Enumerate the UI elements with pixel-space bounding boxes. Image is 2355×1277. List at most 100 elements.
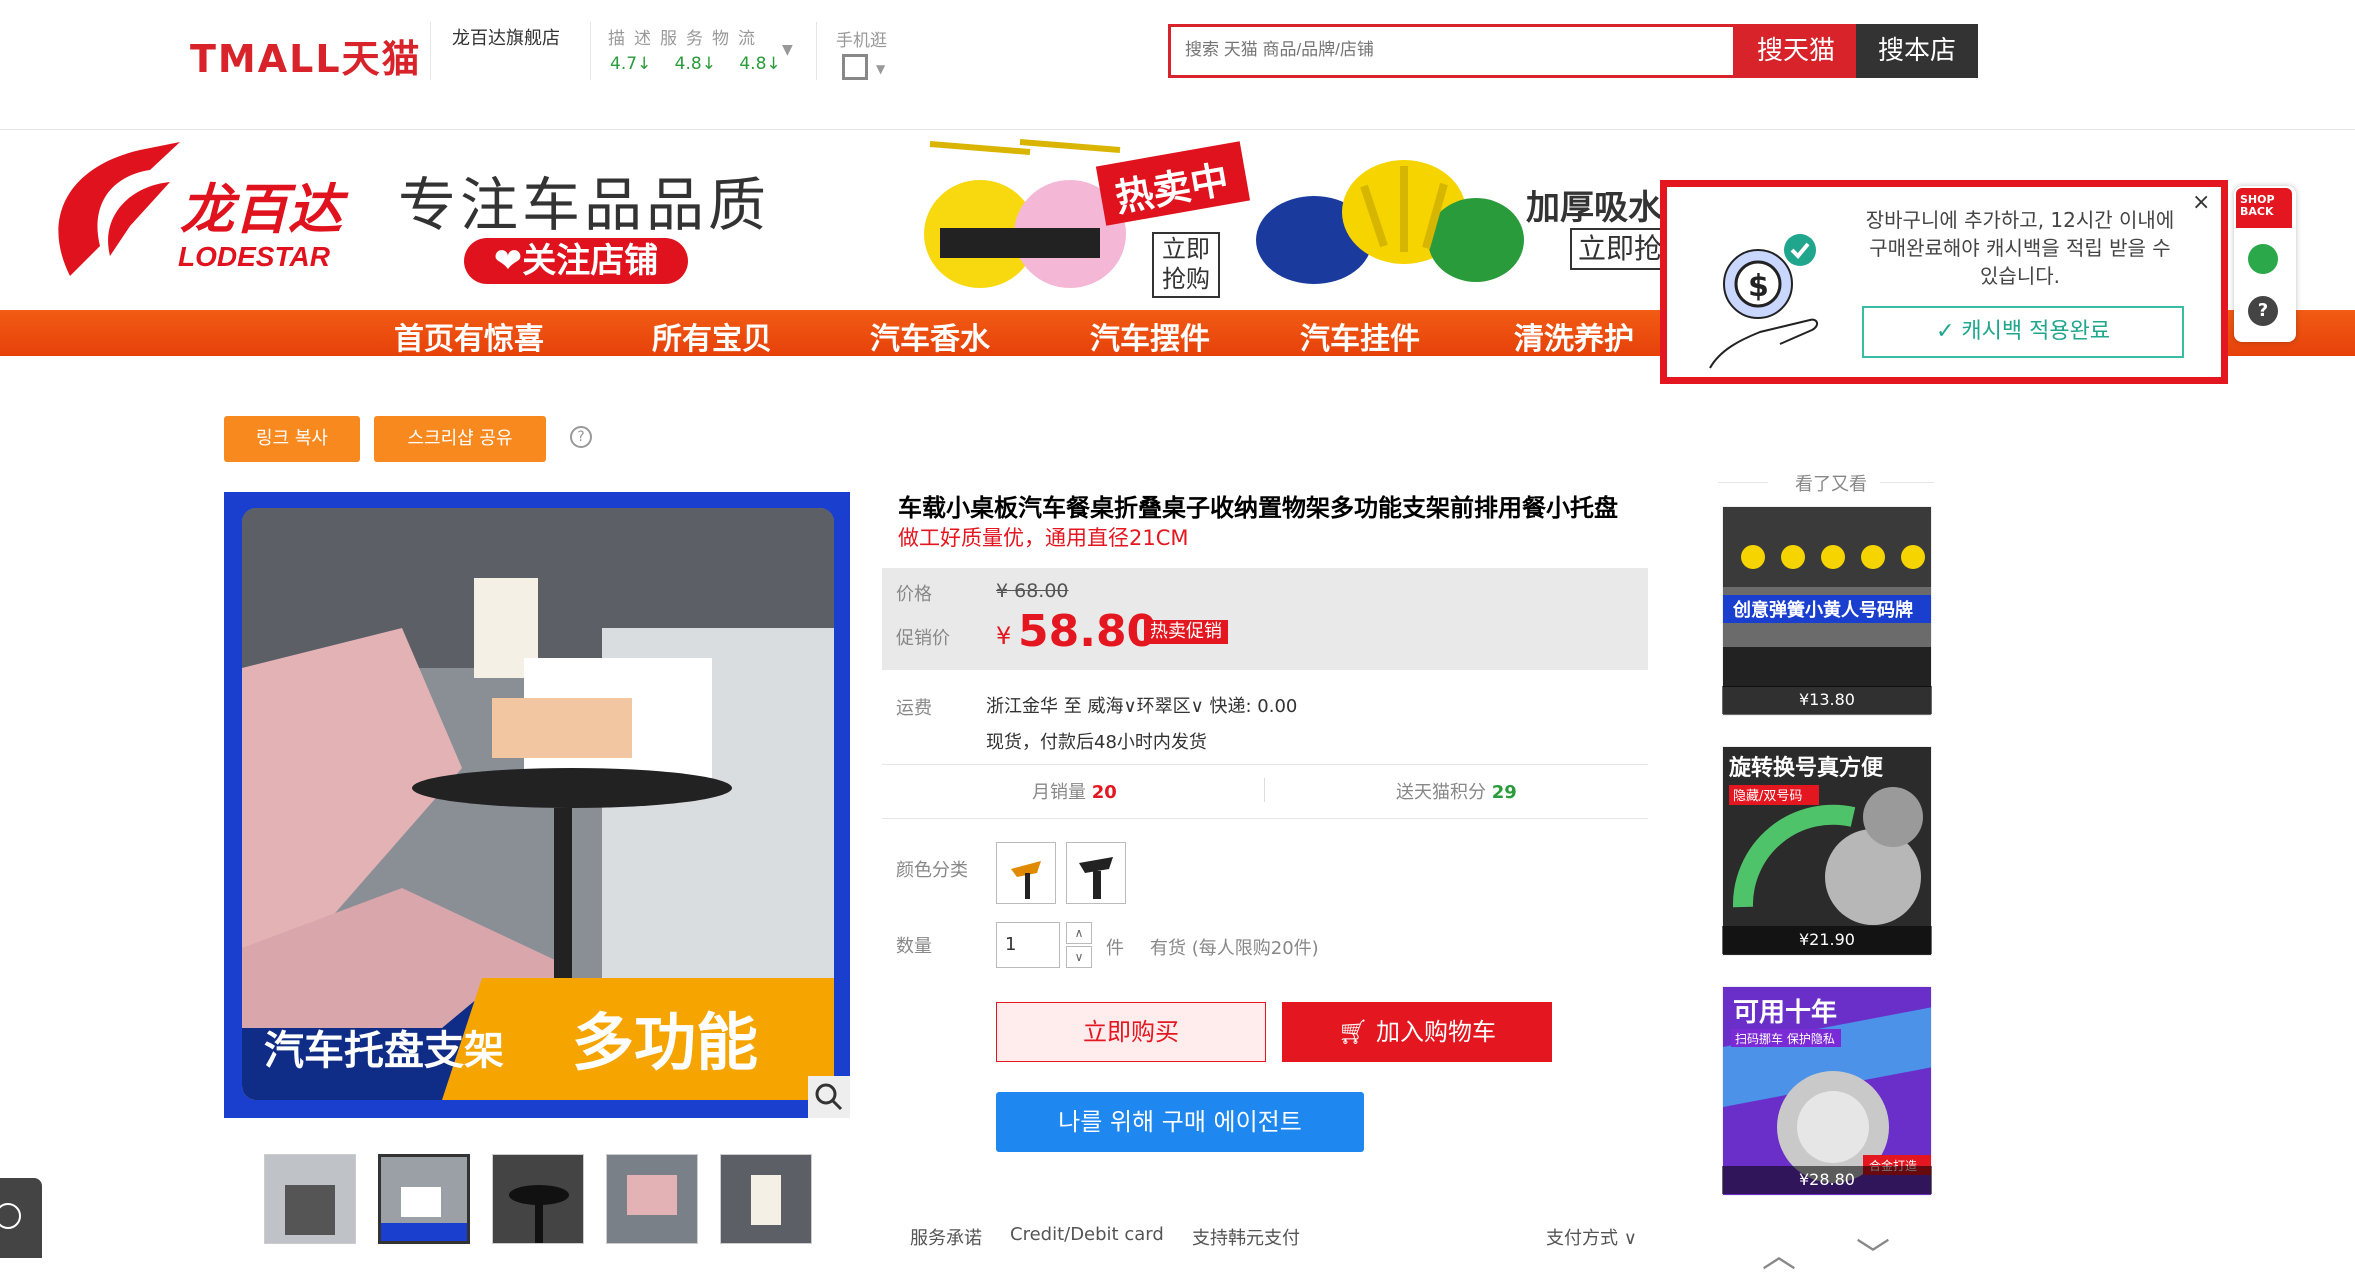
- product-subtitle: 做工好质量优，通用直径21CM: [898, 526, 1189, 550]
- tmall-points: 送天猫积分 29: [1396, 782, 1517, 803]
- qr-code-icon[interactable]: [842, 54, 868, 80]
- thumbnail-2[interactable]: [378, 1154, 470, 1244]
- towel-promo-image[interactable]: [1254, 156, 1524, 292]
- rec-price: ¥21.90: [1722, 926, 1932, 954]
- thumbnail-3[interactable]: [492, 1154, 584, 1244]
- shopback-badge[interactable]: SHOP BACK: [2236, 188, 2292, 228]
- quantity-input[interactable]: 1: [996, 922, 1060, 968]
- nav-home[interactable]: 首页有惊喜: [394, 314, 544, 358]
- help-icon[interactable]: ?: [570, 426, 592, 448]
- thumbnail-1[interactable]: [264, 1154, 356, 1244]
- svg-text:$: $: [1748, 269, 1769, 304]
- lodestar-logo[interactable]: 龙百达 LODESTAR: [30, 136, 370, 296]
- search-shop-button[interactable]: 搜本店: [1856, 24, 1978, 78]
- mobile-label: 手机逛: [836, 31, 887, 51]
- rec-price: ¥28.80: [1722, 1166, 1932, 1194]
- buy-now-promo-button[interactable]: 立即抢购: [1152, 232, 1220, 298]
- tmall-logo[interactable]: TMALL天猫: [190, 28, 422, 83]
- thumbnail-5[interactable]: [720, 1154, 812, 1244]
- quantity-unit: 件: [1106, 938, 1124, 959]
- shop-slogan: 专注车品品质: [398, 171, 771, 239]
- copy-link-button[interactable]: 링크 복사: [224, 416, 360, 462]
- color-option-2[interactable]: [1066, 842, 1126, 904]
- chevron-down-icon[interactable]: ▼: [876, 62, 885, 76]
- brand-en: LODESTAR: [178, 241, 331, 272]
- sales-value: 20: [1091, 782, 1117, 803]
- also-viewed-title: 看了又看: [1795, 474, 1867, 495]
- stock-info: 有货 (每人限购20件): [1150, 938, 1319, 959]
- shopback-activate-icon[interactable]: [2248, 244, 2278, 274]
- points-value: 29: [1491, 782, 1517, 803]
- monthly-sales: 月销量 20: [1032, 782, 1117, 803]
- service-krw: 支持韩元支付: [1192, 1228, 1300, 1249]
- rec-price: ¥13.80: [1722, 686, 1932, 714]
- chevron-down-icon[interactable]: ▼: [782, 42, 793, 58]
- scroll-down-button[interactable]: ﹀: [1856, 1228, 1890, 1277]
- quantity-down-button[interactable]: ∨: [1066, 946, 1092, 968]
- overlay-left-text: 汽车托盘支架: [264, 1028, 504, 1074]
- search-tmall-button[interactable]: 搜天猫: [1736, 24, 1856, 78]
- service-card: Credit/Debit card: [1010, 1224, 1164, 1245]
- color-option-1[interactable]: [996, 842, 1056, 904]
- quantity-up-button[interactable]: ∧: [1066, 922, 1092, 944]
- rec-caption: 可用十年: [1733, 997, 1837, 1028]
- search-input[interactable]: [1185, 40, 1725, 60]
- recommended-item-1[interactable]: 创意弹簧小黄人号码牌: [1722, 506, 1932, 716]
- product-photo: 汽车托盘支架 多功能: [242, 508, 834, 1100]
- shipping-info[interactable]: 浙江金华 至 威海∨环翠区∨ 快递: 0.00: [986, 692, 1297, 718]
- delivery-info: 现货，付款后48小时内发货: [986, 732, 1207, 753]
- clock-icon: [0, 1203, 21, 1229]
- nav-car-perfume[interactable]: 汽车香水: [870, 314, 990, 358]
- close-icon[interactable]: ×: [2192, 190, 2210, 215]
- brand-cn: 龙百达: [180, 180, 349, 240]
- zoom-button[interactable]: [808, 1076, 850, 1118]
- check-icon: ✓: [1935, 319, 1962, 344]
- payment-method-dropdown[interactable]: 支付方式 ∨: [1546, 1224, 1637, 1250]
- score-labels: 描述服务物流: [608, 29, 764, 49]
- shipping-label: 运费: [896, 698, 932, 719]
- nav-cleaning[interactable]: 清洗养护: [1514, 314, 1634, 358]
- overlay-right-text: 多功能: [572, 1006, 758, 1079]
- thumbnail-4[interactable]: [606, 1154, 698, 1244]
- purchase-agent-button[interactable]: 나를 위해 구매 에이전트: [996, 1092, 1364, 1152]
- rec-tag: 扫码挪车 保护隐私: [1735, 1031, 1835, 1046]
- original-price: ¥ 68.00: [996, 580, 1069, 602]
- share-screenshot-button[interactable]: 스크리샵 공유: [374, 416, 546, 462]
- nav-car-ornaments[interactable]: 汽车摆件: [1090, 314, 1210, 358]
- scroll-up-button[interactable]: ︿: [1762, 1228, 1796, 1277]
- rec-tag: 隐藏/双号码: [1733, 789, 1802, 804]
- service-label: 服务承诺: [910, 1228, 982, 1249]
- currency-symbol: ¥: [996, 622, 1012, 650]
- add-to-cart-label: 加入购物车: [1376, 1018, 1497, 1046]
- cashback-coin-icon: $: [1709, 234, 1818, 369]
- shop-scores: 4.7↓ 4.8↓ 4.8↓: [610, 54, 781, 74]
- divider: [882, 818, 1648, 819]
- promo-price-label: 促销价: [896, 628, 950, 649]
- color-label: 颜色分类: [896, 860, 968, 881]
- cashback-applied-button[interactable]: ✓ 캐시백 적용완료: [1862, 306, 2184, 358]
- product-title: 车载小桌板汽车餐桌折叠桌子收纳置物架多功能支架前排用餐小托盘: [898, 494, 1618, 522]
- cashback-applied-label: 캐시백 적용완료: [1961, 319, 2111, 344]
- help-icon[interactable]: ?: [2248, 296, 2278, 326]
- follow-shop-button[interactable]: ❤关注店铺: [464, 238, 688, 284]
- divider: [590, 22, 591, 80]
- nav-car-pendants[interactable]: 汽车挂件: [1300, 314, 1420, 358]
- promo-tag: 热卖促销: [1144, 620, 1228, 644]
- recommended-item-3[interactable]: 可用十年扫码挪车 保护隐私合金打造: [1722, 986, 1932, 1196]
- rec-caption: 创意弹簧小黄人号码牌: [1732, 599, 1913, 621]
- cart-icon: 🛒︎: [1337, 1018, 1377, 1046]
- extension-toggle-button[interactable]: [0, 1178, 42, 1258]
- rec-caption: 旋转换号真方便: [1729, 755, 1884, 781]
- shop-name[interactable]: 龙百达旗舰店: [452, 24, 560, 50]
- buy-now-button[interactable]: 立即购买: [996, 1002, 1266, 1062]
- promo-price: 58.80: [1018, 606, 1158, 657]
- recommended-item-2[interactable]: 旋转换号真方便隐藏/双号码: [1722, 746, 1932, 956]
- buy-now-promo-button-2[interactable]: 立即抢: [1570, 228, 1670, 270]
- price-label: 价格: [896, 584, 932, 605]
- divider: [1880, 482, 1934, 483]
- nav-all-items[interactable]: 所有宝贝: [652, 314, 772, 358]
- promo-thick-text: 加厚吸水: [1526, 188, 1662, 228]
- add-to-cart-button[interactable]: 🛒︎ 加入购物车: [1282, 1002, 1552, 1062]
- divider: [1264, 778, 1265, 802]
- divider: [430, 22, 431, 80]
